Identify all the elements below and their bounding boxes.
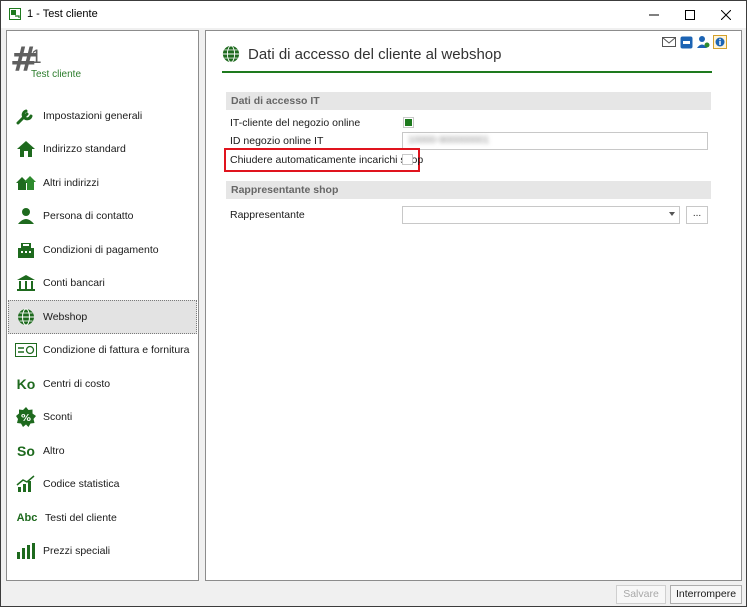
nav-item-condizioni-di-pagamento[interactable]: Condizioni di pagamento [8, 233, 197, 267]
nav-label: Centri di costo [43, 377, 111, 390]
top-toolbar [662, 35, 727, 49]
nav-label: Altro [43, 444, 65, 457]
abc-icon: Abc [16, 511, 38, 524]
globe-icon [15, 307, 37, 327]
nav-label: Altri indirizzi [43, 176, 100, 189]
client-name: Test cliente [31, 69, 82, 80]
nav-label: Indirizzo standard [43, 143, 126, 156]
percent-icon: % [15, 407, 37, 428]
nav-item-persona-di-contatto[interactable]: Persona di contatto [8, 200, 197, 234]
navigation-panel: # 1 Test cliente Impostazioni generali I… [6, 30, 199, 581]
bank-icon [15, 273, 37, 293]
nav-item-testi-del-cliente[interactable]: Abc Testi del cliente [8, 501, 197, 535]
section-heading-access: Dati di accesso IT [226, 92, 711, 110]
auto-close-checkbox[interactable] [402, 154, 413, 165]
client-window: 1 - Test cliente # 1 Test cliente Impost… [0, 0, 747, 607]
nav-item-centri-di-costo[interactable]: Ko Centri di costo [8, 367, 197, 401]
shop-id-value: 10000-900000001 [408, 135, 490, 146]
nav-item-conti-bancari[interactable]: Conti bancari [8, 267, 197, 301]
globe-icon [222, 45, 240, 63]
nav-item-indirizzo-standard[interactable]: Indirizzo standard [8, 133, 197, 167]
rep-label: Rappresentante [230, 209, 305, 221]
window-title: 1 - Test cliente [27, 8, 98, 20]
nav-item-webshop[interactable]: Webshop [8, 300, 197, 334]
app-icon [9, 8, 21, 20]
so-icon: So [17, 442, 35, 459]
nav-item-impostazioni-generali[interactable]: Impostazioni generali [8, 99, 197, 133]
svg-text:%: % [21, 413, 31, 424]
close-button[interactable] [709, 1, 743, 28]
nav-label: Conti bancari [43, 277, 105, 290]
nav-label: Persona di contatto [43, 210, 134, 223]
nav-label: Webshop [43, 310, 88, 323]
shop-id-label: ID negozio online IT [230, 135, 324, 147]
house-icon [15, 139, 37, 159]
browse-rep-button[interactable]: ... [686, 206, 708, 224]
nav-item-sconti[interactable]: % Sconti [8, 401, 197, 435]
nav-item-codice-statistica[interactable]: Codice statistica [8, 468, 197, 502]
online-customer-label: IT-cliente del negozio online [230, 117, 361, 129]
save-button[interactable]: Salvare [616, 585, 666, 604]
minimize-icon [649, 14, 659, 15]
mail-icon[interactable] [662, 35, 676, 49]
nav-label: Testi del cliente [45, 511, 117, 524]
nav-label: Codice statistica [43, 478, 120, 491]
nav-item-condizione-di-fattura[interactable]: Condizione di fattura e fornitura [8, 334, 197, 368]
nav-label: Prezzi speciali [43, 545, 111, 558]
houses-icon [15, 173, 37, 193]
client-number: 1 [31, 47, 42, 68]
user-add-icon[interactable] [696, 35, 710, 49]
cash-register-icon [15, 240, 37, 260]
maximize-button[interactable] [673, 1, 707, 28]
nav-item-altro[interactable]: So Altro [8, 434, 197, 468]
section-heading-rep: Rappresentante shop [226, 181, 711, 199]
rep-select[interactable] [402, 206, 680, 224]
nav-item-prezzi-speciali[interactable]: Prezzi speciali [8, 535, 197, 569]
title-divider [222, 71, 712, 73]
chevron-down-icon [669, 212, 675, 216]
title-bar: 1 - Test cliente [1, 1, 746, 28]
page-header: Dati di accesso del cliente al webshop [222, 43, 501, 65]
info-icon[interactable] [713, 35, 727, 49]
bar-chart-icon [15, 541, 37, 561]
shop-id-field[interactable]: 10000-900000001 [402, 132, 708, 150]
window-list-icon[interactable] [679, 35, 693, 49]
cancel-button[interactable]: Interrompere [670, 585, 742, 604]
minimize-button[interactable] [637, 1, 671, 28]
nav-list: Impostazioni generali Indirizzo standard… [8, 99, 197, 568]
trend-chart-icon [15, 474, 37, 494]
invoice-icon [15, 340, 37, 360]
person-icon [15, 206, 37, 226]
nav-label: Condizione di fattura e fornitura [43, 344, 190, 357]
maximize-icon [685, 9, 695, 20]
main-panel: Dati di accesso del cliente al webshop D… [205, 30, 742, 581]
ko-icon: Ko [16, 375, 36, 392]
nav-label: Impostazioni generali [43, 109, 143, 122]
auto-close-label: Chiudere automaticamente incarichi shop [230, 154, 424, 166]
wrench-icon [15, 106, 37, 126]
close-icon [721, 9, 731, 20]
nav-label: Condizioni di pagamento [43, 243, 159, 256]
nav-item-altri-indirizzi[interactable]: Altri indirizzi [8, 166, 197, 200]
page-title: Dati di accesso del cliente al webshop [248, 45, 502, 63]
nav-label: Sconti [43, 411, 73, 424]
online-customer-checkbox[interactable] [403, 117, 414, 128]
